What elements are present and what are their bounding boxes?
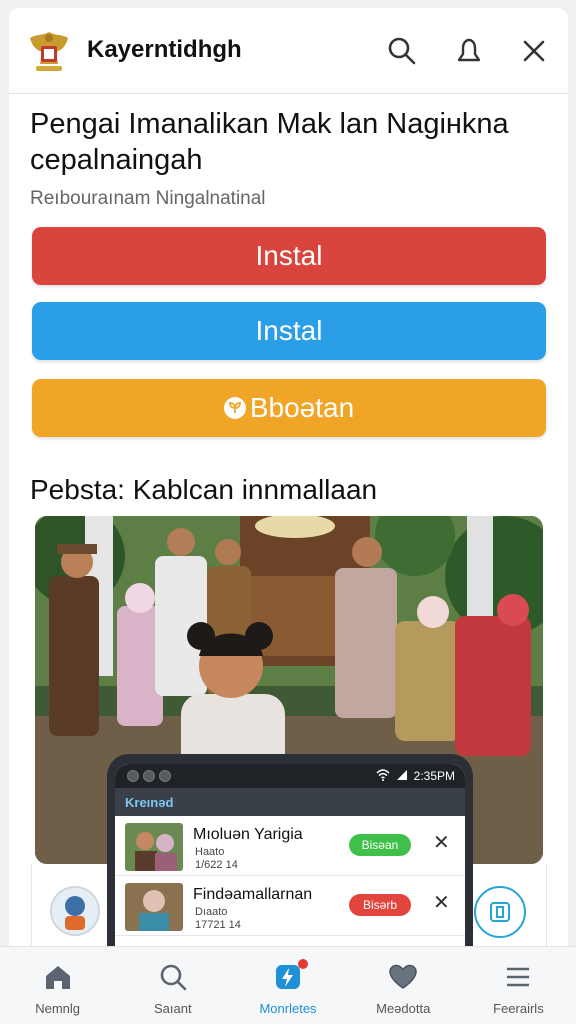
nav-label: Meədotta bbox=[376, 1001, 431, 1016]
list-item-meta: 17721 14 bbox=[195, 919, 241, 931]
nav-item-search[interactable]: Saıant bbox=[115, 947, 230, 1024]
nav-item-moments[interactable]: Monrletes bbox=[230, 947, 345, 1024]
nav-label: Nemnlg bbox=[35, 1001, 80, 1016]
share-icon bbox=[490, 902, 510, 922]
nav-item-home[interactable]: Nemnlg bbox=[0, 947, 115, 1024]
search-icon bbox=[160, 964, 187, 991]
close-icon[interactable] bbox=[517, 34, 551, 68]
garuda-emblem-logo bbox=[30, 32, 68, 71]
gallery-title: Pebsta: Kablcan innmallaan bbox=[30, 474, 378, 505]
close-icon[interactable]: ✕ bbox=[433, 890, 450, 915]
avatar-illustration bbox=[52, 888, 98, 934]
install-button-primary[interactable]: Instal bbox=[32, 227, 546, 285]
share-button[interactable] bbox=[474, 886, 526, 938]
home-icon bbox=[45, 966, 70, 989]
wifi-icon bbox=[376, 768, 390, 784]
install-button-label: Instal bbox=[255, 315, 323, 346]
list-item-tag[interactable]: Bisərb bbox=[349, 894, 411, 916]
search-icon[interactable] bbox=[385, 34, 419, 68]
install-button-label: Instal bbox=[255, 240, 323, 271]
bell-icon[interactable] bbox=[452, 34, 486, 68]
list-item-title: Findəamallarnan bbox=[193, 886, 313, 903]
status-time: 2:35PM bbox=[413, 769, 455, 783]
list-item-meta: Dıaato bbox=[195, 906, 228, 918]
nav-label: Feerairls bbox=[493, 1001, 544, 1016]
camera-dots bbox=[127, 770, 171, 782]
list-item-title: Mıoluən Yarigia bbox=[193, 826, 303, 843]
phone-screen: 2:35PM Kreınəd Mıoluən Yarigia Наato 1/6… bbox=[115, 764, 465, 964]
phone-app-bar: Kreınəd bbox=[115, 788, 465, 816]
phone-mockup: 2:35PM Kreınəd Mıoluən Yarigia Наato 1/6… bbox=[107, 754, 473, 964]
nav-label: Monrletes bbox=[259, 1001, 317, 1016]
list-item[interactable]: Findəamallarnan Dıaato 17721 14 Bisərb ✕ bbox=[115, 876, 465, 936]
bottom-navigation: Nemnlg Saıant Monrletes Meədotta Feerair… bbox=[0, 946, 576, 1024]
nav-label: Saıant bbox=[154, 1001, 192, 1016]
nav-item-menu[interactable]: Feerairls bbox=[461, 947, 576, 1024]
leaf-icon bbox=[223, 397, 246, 419]
menu-icon bbox=[507, 967, 530, 987]
close-icon[interactable]: ✕ bbox=[433, 830, 450, 855]
list-item-tag[interactable]: Bisəan bbox=[349, 834, 411, 856]
phone-app-label: Kreınəd bbox=[125, 794, 174, 810]
signal-icon bbox=[396, 769, 408, 784]
phone-status-bar: 2:35PM bbox=[115, 764, 465, 788]
install-button-secondary[interactable]: Instal bbox=[32, 302, 546, 360]
bolt-icon bbox=[272, 959, 308, 993]
action-button[interactable]: Bboətan bbox=[32, 379, 546, 437]
list-item-meta: Наato bbox=[195, 846, 225, 858]
list-item[interactable]: Mıoluən Yarigia Наato 1/622 14 Bisəan ✕ bbox=[115, 816, 465, 876]
list-item-meta: 1/622 14 bbox=[195, 859, 238, 871]
page-title: Pengai Imanalikan Mak lan Nagiнkna cepal… bbox=[30, 108, 509, 176]
action-button-label: Bboətan bbox=[249, 392, 355, 423]
heart-icon bbox=[389, 964, 417, 989]
user-avatar[interactable] bbox=[50, 886, 100, 936]
nav-item-favorites[interactable]: Meədotta bbox=[346, 947, 461, 1024]
notification-dot bbox=[298, 959, 308, 969]
list-thumbnail bbox=[125, 883, 183, 931]
page-subtitle: Reıbouraınam Ningalnatinal bbox=[30, 188, 266, 209]
app-title: Kayerntidhgh bbox=[87, 36, 242, 63]
list-thumbnail bbox=[125, 823, 183, 871]
top-bar: Kayerntidhgh bbox=[9, 8, 568, 94]
